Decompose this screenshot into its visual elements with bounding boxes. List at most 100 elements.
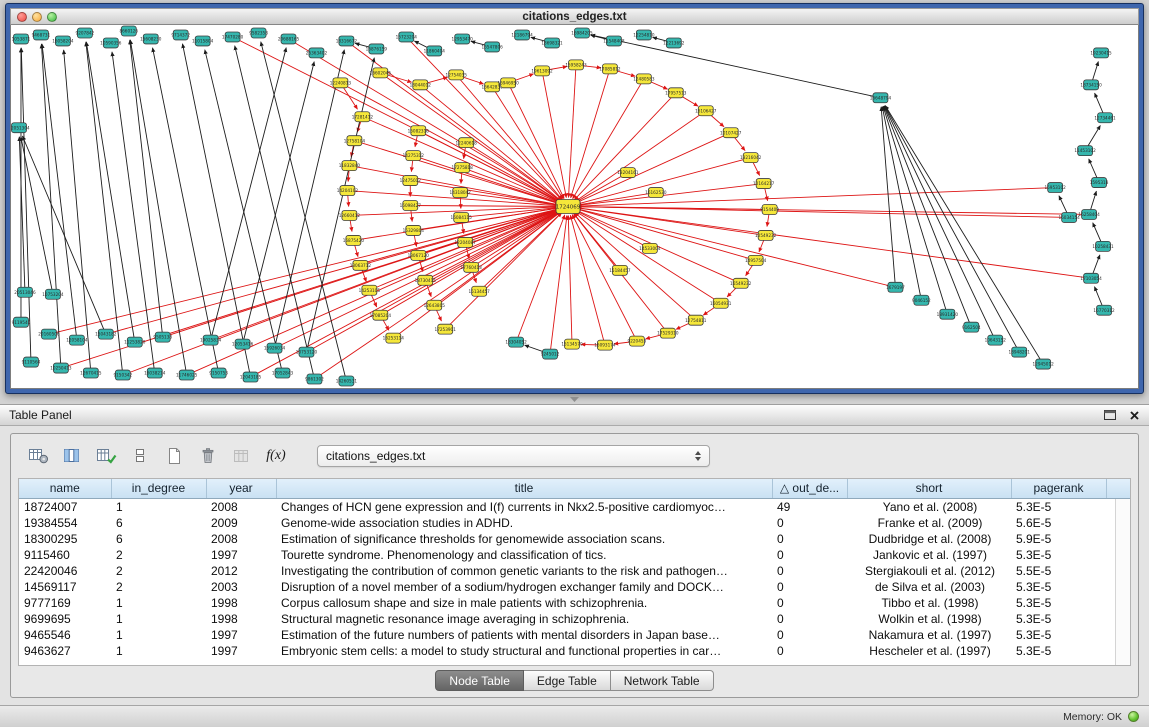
network-node[interactable]: 16093174 [594, 340, 616, 350]
network-node[interactable]: 12670415 [80, 368, 102, 378]
network-node[interactable]: 10258431 [1092, 241, 1114, 251]
cell-name[interactable]: 22420046 [19, 563, 111, 579]
network-node[interactable]: 16876159 [366, 44, 388, 54]
cell-pagerank[interactable]: 5.3E-5 [1011, 611, 1106, 627]
cell-title[interactable]: Tourette syndrome. Phenomenology and cla… [276, 547, 772, 563]
network-edge[interactable] [577, 207, 1089, 215]
cell-in_degree[interactable]: 1 [111, 643, 206, 659]
network-node[interactable]: 15043182 [95, 329, 117, 339]
network-node[interactable]: 18948201 [1009, 347, 1031, 357]
table-row[interactable]: 2242004622012Investigating the contribut… [19, 563, 1130, 579]
network-node[interactable]: 18730415 [415, 275, 437, 285]
network-node[interactable]: 17529310 [657, 328, 679, 338]
network-node[interactable]: 10107427 [720, 128, 742, 138]
network-node[interactable]: 17760413 [461, 262, 483, 272]
network-node[interactable]: 15953102 [1044, 183, 1066, 193]
network-node[interactable]: 15082316 [408, 126, 430, 136]
network-node[interactable]: 16106427 [695, 106, 717, 116]
network-node[interactable]: 11453102 [1074, 146, 1096, 156]
cell-name[interactable]: 18300295 [19, 531, 111, 547]
cell-pagerank[interactable]: 5.3E-5 [1011, 498, 1106, 515]
network-node[interactable]: 16253114 [383, 333, 405, 343]
create-row-button[interactable] [127, 443, 153, 469]
column-header-out_degree[interactable]: △ out_de... [772, 479, 847, 498]
network-node[interactable]: 1053871 [12, 34, 31, 44]
network-node[interactable]: 25363402 [306, 48, 328, 58]
network-node[interactable]: 16946950 [497, 78, 519, 88]
network-node[interactable]: 10250413 [50, 363, 72, 373]
cell-title[interactable]: Structural magnetic resonance image aver… [276, 611, 772, 627]
network-edge[interactable] [49, 209, 559, 335]
cell-short[interactable]: Stergiakouli et al. (2012) [847, 563, 1011, 579]
cell-in_degree[interactable]: 1 [111, 595, 206, 611]
network-edge[interactable] [130, 40, 163, 337]
cell-in_degree[interactable]: 1 [111, 627, 206, 643]
network-node[interactable]: 10753204 [42, 289, 64, 299]
network-edge[interactable] [106, 209, 560, 334]
network-node[interactable]: 15134570 [561, 339, 583, 349]
cell-title[interactable]: Embryonic stem cells: a model to study s… [276, 643, 772, 659]
table-row[interactable]: 969969511998Structural magnetic resonanc… [19, 611, 1130, 627]
cell-year[interactable]: 2003 [206, 579, 276, 595]
network-node[interactable]: 12186794 [511, 30, 533, 40]
network-node[interactable]: 18734150 [1080, 80, 1102, 90]
network-node[interactable]: 9207842 [76, 28, 95, 38]
network-node[interactable]: 16602045 [370, 68, 392, 78]
column-header-pagerank[interactable]: pagerank [1011, 479, 1106, 498]
network-edge[interactable] [21, 48, 31, 362]
cell-pagerank[interactable]: 5.9E-5 [1011, 531, 1106, 547]
table-row[interactable]: 977716911998Corpus callosum shape and si… [19, 595, 1130, 611]
network-edge[interactable] [346, 41, 560, 201]
network-node[interactable]: 16549232 [730, 278, 752, 288]
network-edge[interactable] [576, 211, 721, 303]
network-node[interactable]: 15329804 [403, 225, 425, 235]
network-node[interactable]: 9110564 [22, 357, 41, 367]
memory-status-indicator[interactable] [1128, 711, 1139, 722]
network-edge[interactable] [211, 48, 287, 340]
network-node[interactable]: 11832840 [339, 161, 361, 171]
cell-short[interactable]: Hescheler et al. (1997) [847, 643, 1011, 659]
network-edge[interactable] [41, 44, 60, 368]
cell-in_degree[interactable]: 2 [111, 547, 206, 563]
cell-year[interactable]: 1997 [206, 643, 276, 659]
network-edge[interactable] [884, 106, 995, 340]
network-node[interactable]: 14275312 [403, 151, 425, 161]
tab-node-table[interactable]: Node Table [435, 670, 524, 691]
network-edge[interactable] [572, 214, 637, 341]
cell-year[interactable]: 1998 [206, 611, 276, 627]
network-edge[interactable] [153, 48, 219, 373]
table-scrollbar[interactable] [1115, 499, 1130, 665]
minimize-window-button[interactable] [32, 12, 42, 22]
cell-name[interactable]: 9777169 [19, 595, 111, 611]
network-edge[interactable] [306, 58, 374, 352]
network-node[interactable]: 12213692 [663, 38, 685, 48]
network-node[interactable]: 17275818 [452, 163, 474, 173]
network-node[interactable]: 1595318 [1090, 178, 1109, 188]
network-node[interactable]: 12475012 [400, 176, 422, 186]
column-header-name[interactable]: name [19, 479, 111, 498]
network-edge[interactable] [289, 39, 561, 202]
network-node[interactable]: 9150753 [209, 368, 228, 378]
network-node[interactable]: 16038214 [144, 368, 166, 378]
network-node[interactable]: 20513046 [14, 287, 36, 297]
network-node[interactable]: 17470280 [222, 32, 244, 42]
cell-in_degree[interactable]: 1 [111, 611, 206, 627]
network-node[interactable]: 9046152 [912, 295, 931, 305]
cell-in_degree[interactable]: 2 [111, 563, 206, 579]
column-header-in_degree[interactable]: in_degree [111, 479, 206, 498]
network-node[interactable]: 12240618 [456, 138, 478, 148]
network-node[interactable]: 16162530 [645, 188, 667, 198]
network-edge[interactable] [233, 37, 560, 202]
network-node[interactable]: 18698321 [541, 38, 563, 48]
network-node[interactable]: 14260531 [336, 376, 358, 386]
cell-pagerank[interactable]: 5.3E-5 [1011, 595, 1106, 611]
network-edge[interactable] [573, 79, 644, 199]
network-canvas[interactable]: 1053871946873116058204920784210590356866… [10, 25, 1139, 389]
network-node[interactable]: 11746025 [176, 370, 198, 380]
cell-out_degree[interactable]: 0 [772, 531, 847, 547]
cell-pagerank[interactable]: 5.6E-5 [1011, 515, 1106, 531]
network-node[interactable]: 18304052 [505, 337, 527, 347]
cell-short[interactable]: Wolkin et al. (1998) [847, 611, 1011, 627]
column-header-title[interactable]: title [276, 479, 772, 498]
show-columns-button[interactable] [59, 443, 85, 469]
